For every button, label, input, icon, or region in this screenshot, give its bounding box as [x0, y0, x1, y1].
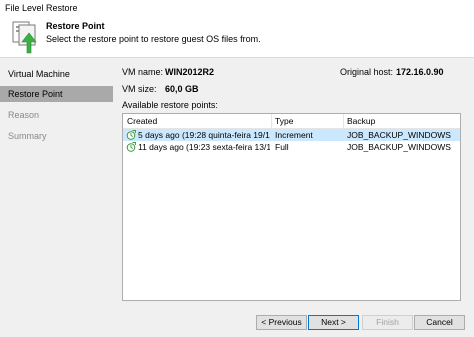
table-header: Created Type Backup — [123, 114, 460, 129]
row-created: 5 days ago (19:28 quinta-feira 19/10/2..… — [138, 130, 270, 140]
column-header-type[interactable]: Type — [275, 116, 293, 126]
column-header-created[interactable]: Created — [127, 116, 157, 126]
vm-name-value: WIN2012R2 — [165, 67, 215, 77]
vm-name-label: VM name: — [122, 67, 164, 77]
sidebar-item-restore-point[interactable]: Restore Point — [0, 86, 113, 102]
wizard-header: Restore Point Select the restore point t… — [0, 17, 474, 58]
previous-button[interactable]: < Previous — [256, 315, 307, 330]
row-backup: JOB_BACKUP_WINDOWS — [347, 142, 451, 152]
page-description: Select the restore point to restore gues… — [46, 34, 261, 44]
available-restore-points-label: Available restore points: — [122, 100, 218, 110]
sidebar-item-virtual-machine[interactable]: Virtual Machine — [0, 66, 113, 82]
row-backup: JOB_BACKUP_WINDOWS — [347, 130, 451, 140]
sidebar-item-summary: Summary — [8, 131, 47, 141]
table-row[interactable]: 11 days ago (19:23 sexta-feira 13/10/2..… — [123, 141, 460, 153]
vm-size-label: VM size: — [122, 84, 157, 94]
sidebar-item-reason: Reason — [8, 110, 40, 120]
restore-point-clock-icon — [126, 130, 136, 140]
table-row[interactable]: 5 days ago (19:28 quinta-feira 19/10/2..… — [123, 129, 460, 141]
row-type: Full — [275, 142, 289, 152]
cancel-button[interactable]: Cancel — [414, 315, 465, 330]
original-host-value: 172.16.0.90 — [396, 67, 444, 77]
vm-size-value: 60,0 GB — [165, 84, 199, 94]
restore-server-icon — [12, 21, 37, 54]
finish-button: Finish — [362, 315, 413, 330]
page-title: Restore Point — [46, 21, 105, 31]
wizard-steps: Virtual Machine Restore Point Reason Sum… — [0, 58, 114, 337]
column-header-backup[interactable]: Backup — [347, 116, 375, 126]
next-button[interactable]: Next > — [308, 315, 359, 330]
restore-point-clock-icon — [126, 142, 136, 152]
restore-points-table[interactable]: Created Type Backup 5 days ago (19:28 qu… — [122, 113, 461, 301]
row-created: 11 days ago (19:23 sexta-feira 13/10/2..… — [138, 142, 270, 152]
original-host-label: Original host: — [340, 67, 394, 77]
row-type: Increment — [275, 130, 313, 140]
window-title: File Level Restore — [0, 0, 474, 17]
